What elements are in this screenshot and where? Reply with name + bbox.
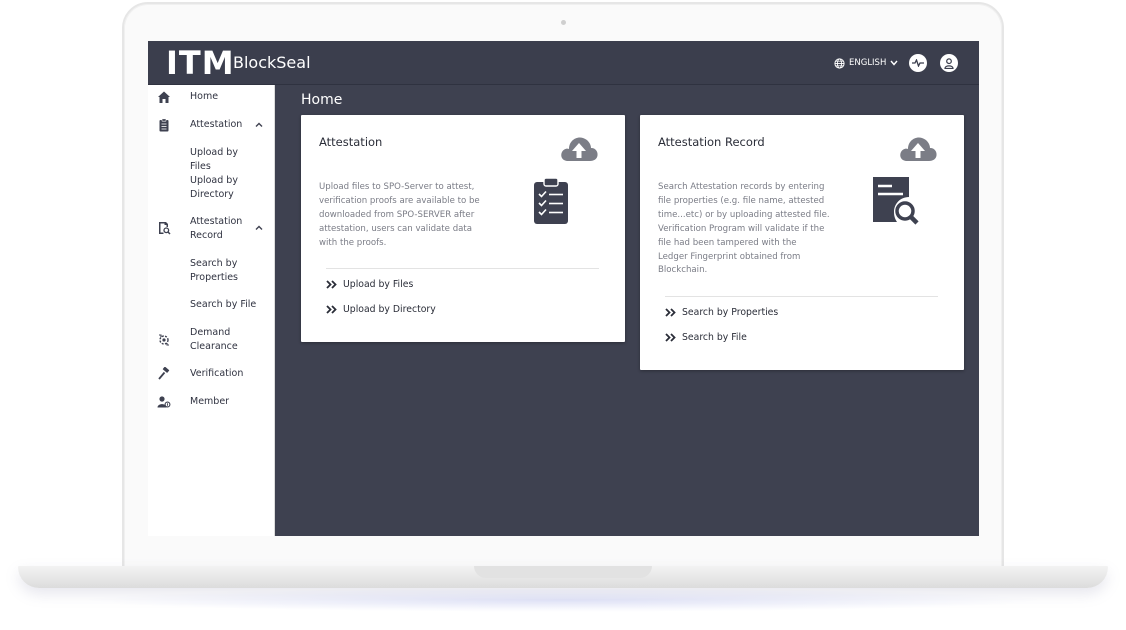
sidebar-item-label: Upload by Files	[190, 147, 238, 172]
sidebar-item-label: Attestation	[190, 119, 243, 130]
chevron-up-icon[interactable]	[254, 223, 264, 233]
itm-logo[interactable]: ITM	[166, 46, 235, 80]
card-title: Attestation	[319, 135, 383, 149]
double-chevron-right-icon	[665, 333, 676, 342]
chevron-up-icon[interactable]	[254, 120, 264, 130]
sidebar-subitem-search-by-properties[interactable]: Search by Properties	[148, 257, 275, 285]
activity-button[interactable]	[909, 54, 927, 72]
sidebar-item-label: Search by File	[190, 299, 257, 310]
desc-line: Search Attestation records by entering	[658, 182, 825, 192]
desc-line: downloaded from SPO-SERVER after	[319, 209, 475, 220]
card-description: Upload files to SPO-Server to attest, ve…	[319, 181, 480, 251]
double-chevron-right-icon	[665, 308, 676, 317]
top-bar: ITM BlockSeal ENGLISH	[148, 41, 979, 85]
desc-line: attestation, users can validate data	[319, 223, 473, 234]
laptop-notch	[474, 566, 652, 578]
sidebar-subitem-search-by-file[interactable]: Search by File	[148, 298, 275, 312]
link-label: Upload by Directory	[343, 304, 436, 315]
card-divider	[665, 296, 938, 297]
link-search-by-file[interactable]: Search by File	[665, 332, 747, 343]
globe-icon	[834, 57, 845, 69]
sidebar-item-label: Verification	[190, 368, 244, 379]
cloud-upload-icon	[900, 137, 937, 161]
camera-dot	[561, 20, 566, 25]
sidebar: Home Attestation Upload by Files Upload …	[148, 85, 275, 536]
base-shadow	[80, 588, 1046, 612]
link-label: Upload by Files	[343, 279, 414, 290]
double-chevron-right-icon	[326, 305, 337, 314]
sidebar-item-attestation-record[interactable]: Attestation Record	[148, 215, 275, 243]
home-icon	[158, 91, 170, 103]
desc-line: file properties (e.g. file name, atteste…	[658, 195, 825, 206]
desc-line: file had been tampered with the	[658, 237, 797, 248]
desc-line: time...etc) or by uploading attested fil…	[658, 209, 830, 220]
language-selector[interactable]: ENGLISH	[834, 56, 898, 70]
sidebar-item-demand-clearance[interactable]: Demand Clearance	[148, 326, 275, 354]
record-search-icon	[159, 222, 171, 235]
sidebar-item-label: Upload by Directory	[190, 175, 238, 200]
cloud-upload-icon	[561, 137, 598, 161]
desc-line: Upload files to SPO-Server to attest,	[319, 182, 475, 192]
sidebar-subitem-upload-by-files[interactable]: Upload by Files	[148, 146, 275, 172]
link-upload-by-files[interactable]: Upload by Files	[326, 279, 413, 290]
link-upload-by-directory[interactable]: Upload by Directory	[326, 304, 436, 315]
user-icon	[944, 57, 954, 69]
double-chevron-right-icon	[326, 280, 337, 289]
desc-line: Ledger Fingerprint obtained from	[658, 251, 801, 262]
sidebar-subitem-upload-by-directory[interactable]: Upload by Directory	[148, 174, 275, 202]
sidebar-item-home[interactable]: Home	[148, 90, 275, 104]
sidebar-item-label: Search by Properties	[190, 258, 239, 283]
clipboard-icon	[159, 118, 169, 132]
language-label: ENGLISH	[849, 58, 887, 68]
link-search-by-properties[interactable]: Search by Properties	[665, 307, 778, 318]
link-label: Search by Properties	[682, 307, 779, 318]
sidebar-item-attestation[interactable]: Attestation	[148, 118, 275, 132]
gavel-icon	[158, 367, 170, 380]
sidebar-item-label: Home	[190, 91, 219, 102]
member-icon	[157, 396, 171, 408]
sidebar-item-label: Demand Clearance	[190, 327, 238, 352]
desc-line: with the proofs.	[319, 237, 387, 248]
clipboard-checklist-icon	[534, 177, 568, 224]
sidebar-item-member[interactable]: Member	[148, 395, 275, 409]
sidebar-item-label: Attestation Record	[190, 216, 243, 241]
sidebar-item-verification[interactable]: Verification	[148, 367, 275, 381]
app-name: BlockSeal	[233, 53, 311, 72]
card-divider	[326, 268, 599, 269]
user-account-button[interactable]	[940, 54, 958, 72]
desc-line: Blockchain.	[658, 265, 708, 276]
app-screen: ITM BlockSeal ENGLISH Home Attestation U…	[148, 41, 979, 536]
pulse-icon	[912, 59, 924, 67]
desc-line: verification proofs are available to be	[319, 195, 480, 206]
card-description: Search Attestation records by entering f…	[658, 181, 830, 278]
sidebar-item-label: Member	[190, 396, 230, 407]
link-label: Search by File	[682, 332, 747, 343]
desc-line: Verification Program will validate if th…	[658, 223, 825, 234]
card-title: Attestation Record	[658, 135, 765, 149]
clearance-icon	[159, 334, 169, 346]
page-title: Home	[301, 92, 343, 108]
chevron-down-icon	[890, 60, 898, 66]
attestation-card: Attestation Upload files to SPO-Server t…	[301, 115, 625, 342]
document-search-icon	[873, 177, 919, 225]
attestation-record-card: Attestation Record Search Attestation re…	[640, 115, 964, 370]
